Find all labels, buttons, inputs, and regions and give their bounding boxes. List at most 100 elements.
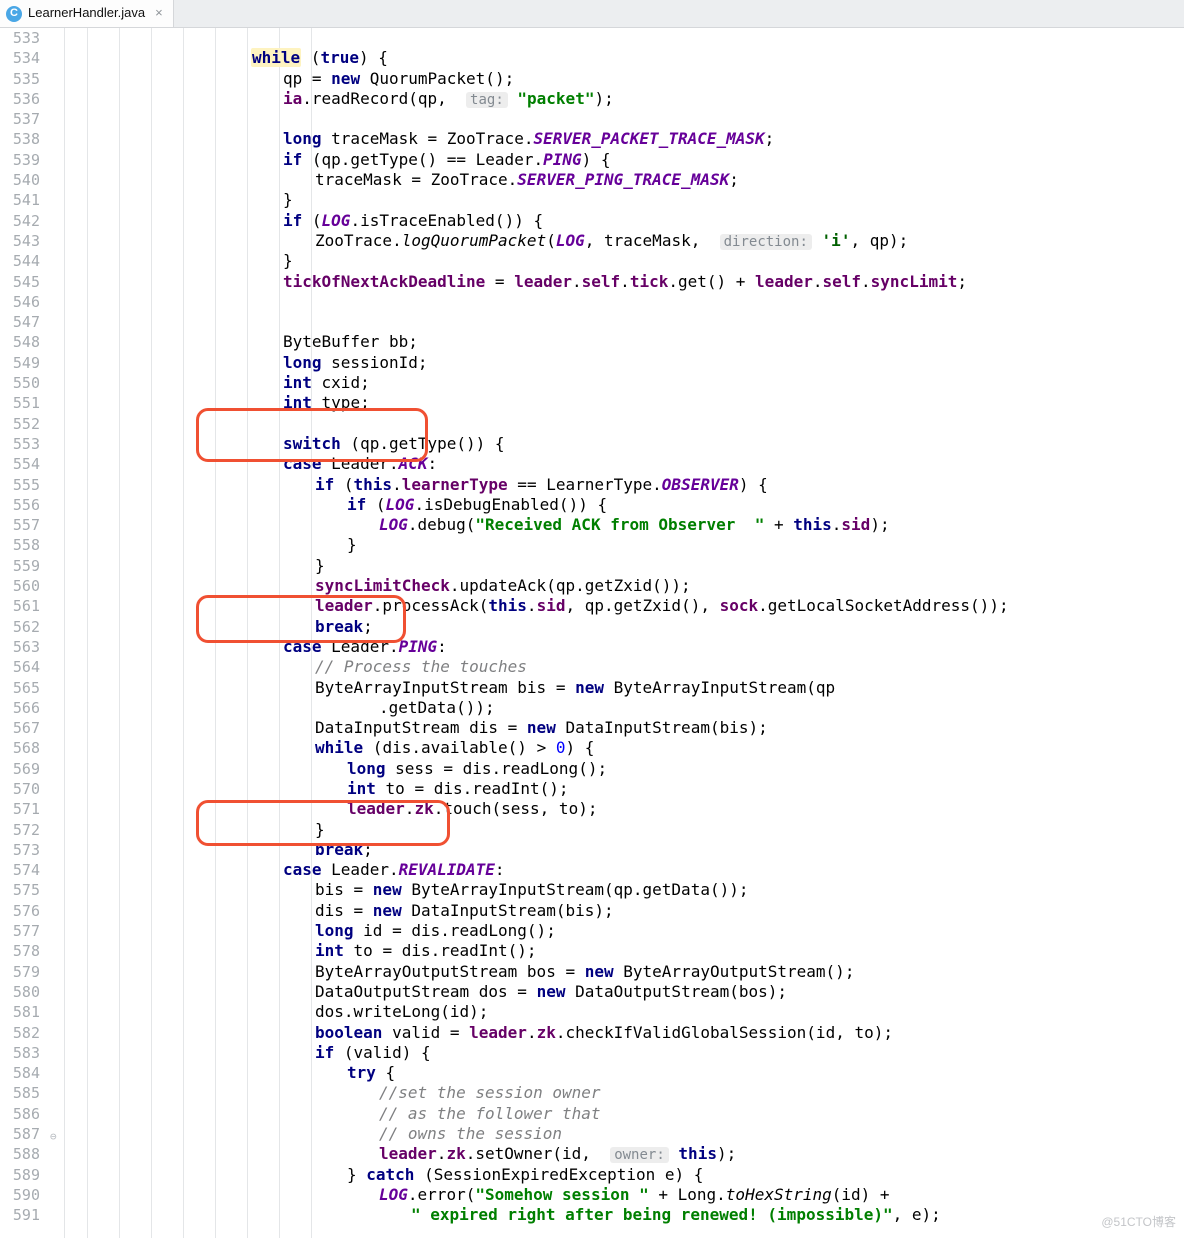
code-line[interactable]: //set the session owner [65,1083,1184,1103]
code-area[interactable]: while (true) {qp = new QuorumPacket();ia… [65,28,1184,1238]
fold-column: ⊖ [50,28,64,1238]
line-number: 591 [0,1205,40,1225]
code-line[interactable]: if (valid) { [65,1043,1184,1063]
line-number: 558 [0,535,40,555]
code-line[interactable]: long sess = dis.readLong(); [65,759,1184,779]
line-number: 571 [0,799,40,819]
code-line[interactable]: traceMask = ZooTrace.SERVER_PING_TRACE_M… [65,170,1184,190]
code-line[interactable]: .getData()); [65,698,1184,718]
line-number: 587 [0,1124,40,1144]
code-line[interactable] [65,109,1184,129]
code-line[interactable]: if (LOG.isTraceEnabled()) { [65,211,1184,231]
line-number: 548 [0,332,40,352]
line-number: 551 [0,393,40,413]
code-line[interactable]: try { [65,1063,1184,1083]
code-line[interactable]: " expired right after being renewed! (im… [65,1205,1184,1225]
line-number: 546 [0,292,40,312]
code-line[interactable]: tickOfNextAckDeadline = leader.self.tick… [65,272,1184,292]
line-number: 574 [0,860,40,880]
code-line[interactable]: ZooTrace.logQuorumPacket(LOG, traceMask,… [65,231,1184,251]
code-line[interactable]: DataInputStream dis = new DataInputStrea… [65,718,1184,738]
code-line[interactable]: int to = dis.readInt(); [65,941,1184,961]
code-line[interactable]: leader.zk.setOwner(id, owner: this); [65,1144,1184,1164]
line-number: 547 [0,312,40,332]
code-line[interactable]: case Leader.REVALIDATE: [65,860,1184,880]
code-line[interactable]: while (true) { [65,48,1184,68]
line-number: 537 [0,109,40,129]
code-line[interactable]: } [65,190,1184,210]
code-line[interactable]: int type; [65,393,1184,413]
line-number: 586 [0,1104,40,1124]
code-line[interactable]: long traceMask = ZooTrace.SERVER_PACKET_… [65,129,1184,149]
line-number: 541 [0,190,40,210]
code-line[interactable]: ByteArrayOutputStream bos = new ByteArra… [65,962,1184,982]
line-number: 577 [0,921,40,941]
code-line[interactable]: qp = new QuorumPacket(); [65,69,1184,89]
line-number: 590 [0,1185,40,1205]
code-line[interactable]: dis = new DataInputStream(bis); [65,901,1184,921]
code-line[interactable]: break; [65,617,1184,637]
code-line[interactable]: case Leader.ACK: [65,454,1184,474]
code-line[interactable]: // Process the touches [65,657,1184,677]
code-line[interactable]: case Leader.PING: [65,637,1184,657]
code-line[interactable]: ByteBuffer bb; [65,332,1184,352]
line-number: 535 [0,69,40,89]
line-number: 585 [0,1083,40,1103]
line-number: 543 [0,231,40,251]
editor-tab[interactable]: C LearnerHandler.java × [0,0,174,27]
code-line[interactable]: } [65,556,1184,576]
fold-toggle-icon[interactable]: ⊖ [50,1127,57,1147]
line-number: 570 [0,779,40,799]
code-line[interactable]: syncLimitCheck.updateAck(qp.getZxid()); [65,576,1184,596]
line-number: 536 [0,89,40,109]
close-icon[interactable]: × [155,3,163,23]
code-line[interactable]: if (LOG.isDebugEnabled()) { [65,495,1184,515]
line-number: 588 [0,1144,40,1164]
tab-bar: C LearnerHandler.java × [0,0,1184,28]
line-number: 582 [0,1023,40,1043]
code-line[interactable]: switch (qp.getType()) { [65,434,1184,454]
code-line[interactable]: } [65,535,1184,555]
line-number: 557 [0,515,40,535]
code-line[interactable]: leader.zk.touch(sess, to); [65,799,1184,819]
line-number: 576 [0,901,40,921]
tab-label: LearnerHandler.java [28,3,145,23]
code-line[interactable]: } [65,251,1184,271]
code-line[interactable]: LOG.debug("Received ACK from Observer " … [65,515,1184,535]
code-line[interactable]: long sessionId; [65,353,1184,373]
code-line[interactable]: int cxid; [65,373,1184,393]
code-line[interactable]: LOG.error("Somehow session " + Long.toHe… [65,1185,1184,1205]
line-number: 540 [0,170,40,190]
code-line[interactable]: bis = new ByteArrayInputStream(qp.getDat… [65,880,1184,900]
line-number: 544 [0,251,40,271]
line-number: 573 [0,840,40,860]
line-number: 567 [0,718,40,738]
code-line[interactable]: ByteArrayInputStream bis = new ByteArray… [65,678,1184,698]
code-line[interactable]: } [65,820,1184,840]
line-number: 564 [0,657,40,677]
code-line[interactable]: break; [65,840,1184,860]
code-line[interactable]: boolean valid = leader.zk.checkIfValidGl… [65,1023,1184,1043]
code-line[interactable] [65,28,1184,48]
code-line[interactable]: leader.processAck(this.sid, qp.getZxid()… [65,596,1184,616]
line-number: 542 [0,211,40,231]
code-line[interactable]: while (dis.available() > 0) { [65,738,1184,758]
code-line[interactable]: // as the follower that [65,1104,1184,1124]
code-line[interactable]: if (qp.getType() == Leader.PING) { [65,150,1184,170]
code-line[interactable]: if (this.learnerType == LearnerType.OBSE… [65,475,1184,495]
code-line[interactable]: } catch (SessionExpiredException e) { [65,1165,1184,1185]
code-line[interactable]: DataOutputStream dos = new DataOutputStr… [65,982,1184,1002]
code-line[interactable] [65,292,1184,312]
code-line[interactable] [65,312,1184,332]
code-line[interactable] [65,414,1184,434]
line-number: 568 [0,738,40,758]
line-number: 566 [0,698,40,718]
code-line[interactable]: long id = dis.readLong(); [65,921,1184,941]
line-number: 533 [0,28,40,48]
line-number: 553 [0,434,40,454]
code-line[interactable]: // owns the session [65,1124,1184,1144]
code-line[interactable]: int to = dis.readInt(); [65,779,1184,799]
code-line[interactable]: ia.readRecord(qp, tag: "packet"); [65,89,1184,109]
editor[interactable]: 5335345355365375385395405415425435445455… [0,28,1184,1238]
code-line[interactable]: dos.writeLong(id); [65,1002,1184,1022]
